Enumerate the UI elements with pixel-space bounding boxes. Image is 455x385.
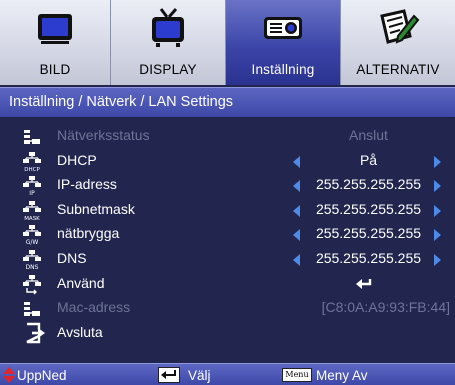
tab-bar: BILD DISPLAY Inställning ALTERNATIV bbox=[0, 0, 455, 85]
footer-nav-hint: UppNed bbox=[17, 368, 67, 383]
row-value: 255.255.255.255 bbox=[315, 201, 422, 217]
row-dns[interactable]: DNS DNS 255.255.255.255 bbox=[0, 247, 455, 271]
breadcrumb-bar: Inställning / Nätverk / LAN Settings bbox=[0, 87, 455, 118]
tab-alternativ[interactable]: ALTERNATIV bbox=[341, 0, 455, 85]
footer-bar: UppNed Välj Menu Meny Av bbox=[0, 363, 455, 385]
row-mac-address: Mac-adress [C8:0A:A9:93:FB:44] bbox=[0, 296, 455, 320]
row-label: Avsluta bbox=[57, 324, 103, 340]
apply-icon bbox=[23, 275, 41, 295]
gateway-icon: G/W bbox=[23, 225, 41, 245]
arrow-right-icon[interactable] bbox=[434, 205, 441, 217]
row-label: DNS bbox=[57, 250, 87, 266]
tab-bild[interactable]: BILD bbox=[0, 0, 111, 85]
svg-text:G/W: G/W bbox=[26, 239, 39, 245]
tab-installning[interactable]: Inställning bbox=[226, 0, 341, 85]
row-label: Subnetmask bbox=[57, 201, 135, 217]
tab-label: Inställning bbox=[251, 62, 315, 77]
row-label: Nätverksstatus bbox=[57, 127, 150, 143]
row-label: nätbrygga bbox=[57, 225, 120, 241]
arrow-right-icon[interactable] bbox=[434, 229, 441, 241]
row-label: IP-adress bbox=[57, 176, 117, 192]
tv-icon bbox=[152, 8, 184, 47]
row-label: Använd bbox=[57, 275, 105, 291]
row-value: På bbox=[359, 152, 378, 168]
mac-address-icon bbox=[24, 302, 40, 316]
row-value: 255.255.255.255 bbox=[315, 250, 422, 266]
options-icon bbox=[380, 9, 420, 44]
arrow-right-icon[interactable] bbox=[434, 156, 441, 168]
arrow-right-icon[interactable] bbox=[434, 254, 441, 266]
row-exit[interactable]: Avsluta bbox=[0, 321, 455, 345]
dns-icon: DNS bbox=[23, 250, 41, 270]
tab-display[interactable]: DISPLAY bbox=[111, 0, 226, 85]
row-label: Mac-adress bbox=[57, 299, 131, 315]
footer-menu-hint: Meny Av bbox=[316, 368, 368, 383]
arrow-right-icon[interactable] bbox=[434, 180, 441, 192]
row-value: Anslut bbox=[349, 127, 388, 143]
row-value: 255.255.255.255 bbox=[315, 225, 422, 241]
network-status-icon bbox=[24, 130, 40, 144]
ip-icon: IP bbox=[23, 176, 41, 196]
mask-icon: MASK bbox=[23, 201, 41, 221]
svg-text:IP: IP bbox=[29, 190, 35, 196]
dhcp-icon: DHCP bbox=[23, 152, 41, 172]
row-network-status: Nätverksstatus Anslut bbox=[0, 124, 455, 148]
footer-select-hint: Välj bbox=[188, 368, 211, 383]
row-value: 255.255.255.255 bbox=[315, 176, 422, 192]
osd-menu: BILD DISPLAY Inställning ALTERNATIV Inst… bbox=[0, 0, 455, 385]
menu-key-icon: Menu bbox=[282, 368, 312, 382]
row-apply[interactable]: Använd bbox=[0, 272, 455, 296]
tab-label: BILD bbox=[39, 62, 71, 77]
tab-label: ALTERNATIV bbox=[356, 62, 440, 77]
tab-label: DISPLAY bbox=[139, 62, 197, 77]
monitor-icon bbox=[38, 14, 72, 44]
svg-text:MASK: MASK bbox=[24, 216, 40, 221]
row-label: DHCP bbox=[57, 152, 97, 168]
row-value: [C8:0A:A9:93:FB:44] bbox=[321, 299, 450, 315]
row-dhcp[interactable]: DHCP DHCP På bbox=[0, 149, 455, 173]
exit-icon bbox=[26, 322, 45, 344]
breadcrumb: Inställning / Nätverk / LAN Settings bbox=[9, 94, 234, 110]
enter-icon[interactable] bbox=[356, 278, 372, 290]
row-ip-address[interactable]: IP IP-adress 255.255.255.255 bbox=[0, 173, 455, 197]
projector-icon bbox=[264, 17, 302, 39]
row-gateway[interactable]: G/W nätbrygga 255.255.255.255 bbox=[0, 222, 455, 246]
svg-text:DNS: DNS bbox=[26, 264, 39, 270]
up-down-arrow-icon bbox=[3, 367, 15, 383]
svg-text:DHCP: DHCP bbox=[24, 167, 40, 172]
enter-key-icon bbox=[158, 367, 180, 383]
row-subnet-mask[interactable]: MASK Subnetmask 255.255.255.255 bbox=[0, 198, 455, 222]
